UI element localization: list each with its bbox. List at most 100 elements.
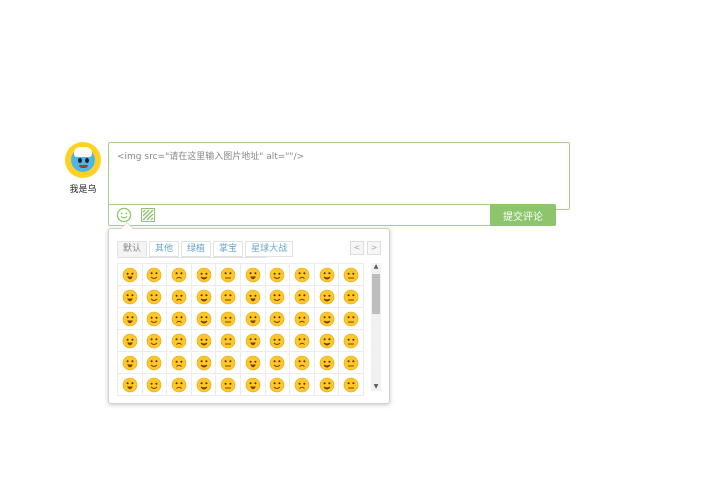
emoji-face-icon [196, 333, 211, 348]
emoji-item[interactable] [167, 264, 192, 286]
emoji-item[interactable] [191, 264, 217, 286]
emoji-item[interactable] [314, 308, 340, 330]
emoji-item[interactable] [216, 264, 241, 286]
emoji-face-icon [196, 311, 211, 326]
emoji-face-icon [245, 377, 261, 392]
emoji-face-icon [245, 267, 261, 282]
smile-icon[interactable] [116, 207, 132, 223]
emoji-item[interactable] [265, 264, 291, 286]
emoji-item[interactable] [191, 286, 217, 308]
emoji-item[interactable] [167, 374, 192, 396]
emoji-item[interactable] [191, 330, 217, 352]
emoji-item[interactable] [216, 352, 241, 374]
emoji-tab[interactable]: 掌宝 [213, 241, 244, 257]
emoji-item[interactable] [241, 374, 266, 396]
emoji-item[interactable] [191, 374, 217, 396]
emoji-item[interactable] [241, 330, 266, 352]
emoji-item[interactable] [142, 374, 168, 396]
emoji-item[interactable] [142, 308, 168, 330]
emoji-item[interactable] [241, 286, 266, 308]
submit-comment-button[interactable]: 提交评论 [490, 204, 556, 226]
emoji-face-icon [147, 267, 162, 282]
emoji-item[interactable] [118, 264, 143, 286]
emoji-item[interactable] [314, 352, 340, 374]
scroll-up-arrow-icon[interactable]: ▲ [371, 263, 381, 271]
emoji-item[interactable] [118, 374, 143, 396]
emoji-face-icon [122, 311, 138, 326]
emoji-item[interactable] [142, 330, 168, 352]
emoji-face-icon [171, 355, 187, 370]
emoji-item[interactable] [216, 286, 241, 308]
emoji-face-icon [122, 333, 138, 348]
emoji-item[interactable] [241, 308, 266, 330]
emoji-item[interactable] [142, 352, 168, 374]
emoji-item[interactable] [265, 286, 291, 308]
emoji-item[interactable] [191, 308, 217, 330]
emoji-item[interactable] [290, 308, 315, 330]
emoji-face-icon [147, 289, 162, 304]
emoji-face-icon [147, 311, 162, 326]
emoji-item[interactable] [339, 264, 364, 286]
emoji-face-icon [220, 377, 236, 392]
emoji-face-icon [270, 289, 285, 304]
emoji-item[interactable] [314, 374, 340, 396]
emoji-item[interactable] [241, 352, 266, 374]
emoji-face-icon [294, 355, 310, 370]
emoji-item[interactable] [265, 352, 291, 374]
prev-page-button[interactable]: < [350, 241, 364, 255]
emoji-item[interactable] [118, 330, 143, 352]
emoji-item[interactable] [265, 308, 291, 330]
emoji-face-icon [319, 355, 334, 370]
emoji-item[interactable] [290, 330, 315, 352]
emoji-item[interactable] [118, 308, 143, 330]
emoji-face-icon [270, 377, 285, 392]
emoji-face-icon [147, 333, 162, 348]
emoji-item[interactable] [167, 352, 192, 374]
scroll-thumb[interactable] [372, 274, 380, 314]
emoji-face-icon [220, 355, 236, 370]
emoji-face-icon [343, 377, 359, 392]
emoji-item[interactable] [142, 264, 168, 286]
emoji-item[interactable] [167, 308, 192, 330]
emoji-face-icon [294, 267, 310, 282]
emoji-tab[interactable]: 绿植 [181, 241, 212, 257]
emoji-item[interactable] [241, 264, 266, 286]
emoji-item[interactable] [339, 374, 364, 396]
emoji-item[interactable] [216, 308, 241, 330]
emoji-tab[interactable]: 其他 [149, 241, 180, 257]
comment-input[interactable]: <img src="请在这里输入图片地址" alt=""/> [108, 142, 570, 210]
emoji-face-icon [343, 289, 359, 304]
image-icon[interactable] [141, 208, 155, 222]
emoji-item[interactable] [118, 352, 143, 374]
emoji-item[interactable] [314, 286, 340, 308]
emoji-tab[interactable]: 星球大战 [245, 241, 294, 257]
emoji-item[interactable] [290, 352, 315, 374]
emoji-item[interactable] [118, 286, 143, 308]
emoji-item[interactable] [314, 264, 340, 286]
emoji-item[interactable] [167, 286, 192, 308]
emoji-face-icon [147, 355, 162, 370]
emoji-face-icon [171, 289, 187, 304]
emoji-tab[interactable]: 默认 [117, 241, 148, 257]
emoji-item[interactable] [339, 286, 364, 308]
emoji-item[interactable] [216, 330, 241, 352]
emoji-item[interactable] [167, 330, 192, 352]
emoji-item[interactable] [142, 286, 168, 308]
emoji-face-icon [171, 333, 187, 348]
emoji-item[interactable] [314, 330, 340, 352]
scroll-down-arrow-icon[interactable]: ▼ [371, 383, 381, 391]
next-page-button[interactable]: > [367, 241, 381, 255]
emoji-item[interactable] [290, 374, 315, 396]
emoji-item[interactable] [265, 330, 291, 352]
emoji-face-icon [196, 289, 211, 304]
emoji-item[interactable] [290, 264, 315, 286]
emoji-scrollbar[interactable]: ▲ ▼ [371, 263, 381, 391]
emoji-item[interactable] [216, 374, 241, 396]
emoji-face-icon [196, 377, 211, 392]
emoji-item[interactable] [339, 308, 364, 330]
emoji-item[interactable] [339, 352, 364, 374]
emoji-item[interactable] [265, 374, 291, 396]
emoji-item[interactable] [191, 352, 217, 374]
emoji-item[interactable] [339, 330, 364, 352]
emoji-item[interactable] [290, 286, 315, 308]
